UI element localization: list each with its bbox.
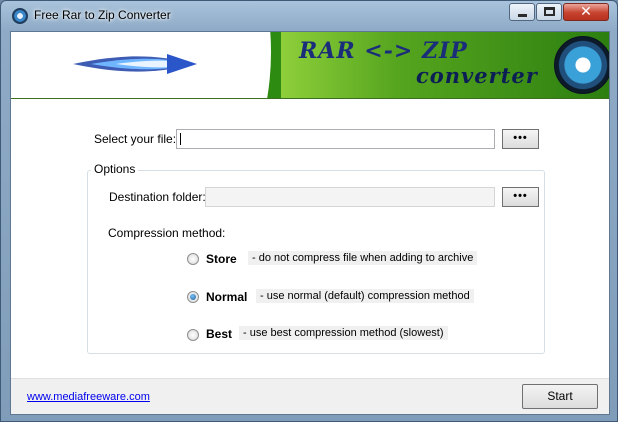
select-file-label: Select your file: (94, 132, 177, 146)
app-icon[interactable] (12, 8, 28, 24)
main-panel: RAR <-> ZIP converter Select your file: … (10, 31, 610, 415)
best-option-description: - use best compression method (slowest) (239, 326, 448, 340)
banner-title-line1: RAR <-> ZIP (299, 38, 468, 64)
window-title: Free Rar to Zip Converter (34, 8, 171, 22)
normal-option-name[interactable]: Normal (206, 290, 247, 304)
browse-folder-button[interactable]: ••• (502, 187, 539, 207)
select-file-input[interactable] (176, 129, 495, 149)
maximize-icon (544, 7, 555, 16)
destination-folder-label: Destination folder: (109, 190, 206, 204)
store-radio[interactable] (187, 253, 199, 265)
website-link[interactable]: www.mediafreeware.com (27, 391, 150, 403)
start-button[interactable]: Start (522, 384, 598, 409)
text-caret (180, 133, 181, 145)
converter-logo-icon (554, 36, 609, 94)
destination-folder-input[interactable] (205, 187, 495, 207)
normal-radio[interactable] (187, 291, 199, 303)
close-button[interactable]: ✕ (563, 3, 609, 21)
best-radio[interactable] (187, 329, 199, 341)
store-option-description: - do not compress file when adding to ar… (248, 251, 478, 265)
options-group-title: Options (91, 162, 139, 176)
banner-title-line2: converter (416, 63, 538, 88)
best-option-name[interactable]: Best (206, 327, 232, 341)
store-option-name[interactable]: Store (206, 252, 237, 266)
app-window: Free Rar to Zip Converter ✕ RAR <-> ZIP … (0, 0, 618, 422)
header-banner: RAR <-> ZIP converter (11, 32, 609, 99)
compression-method-label: Compression method: (108, 226, 226, 240)
normal-option-description: - use normal (default) compression metho… (256, 289, 474, 303)
close-icon: ✕ (580, 4, 592, 20)
browse-file-button[interactable]: ••• (502, 129, 539, 149)
maximize-button[interactable] (536, 3, 562, 21)
title-bar[interactable]: Free Rar to Zip Converter ✕ (1, 1, 617, 31)
minimize-icon (518, 14, 527, 17)
arrow-graphic (73, 54, 197, 74)
minimize-button[interactable] (509, 3, 535, 21)
